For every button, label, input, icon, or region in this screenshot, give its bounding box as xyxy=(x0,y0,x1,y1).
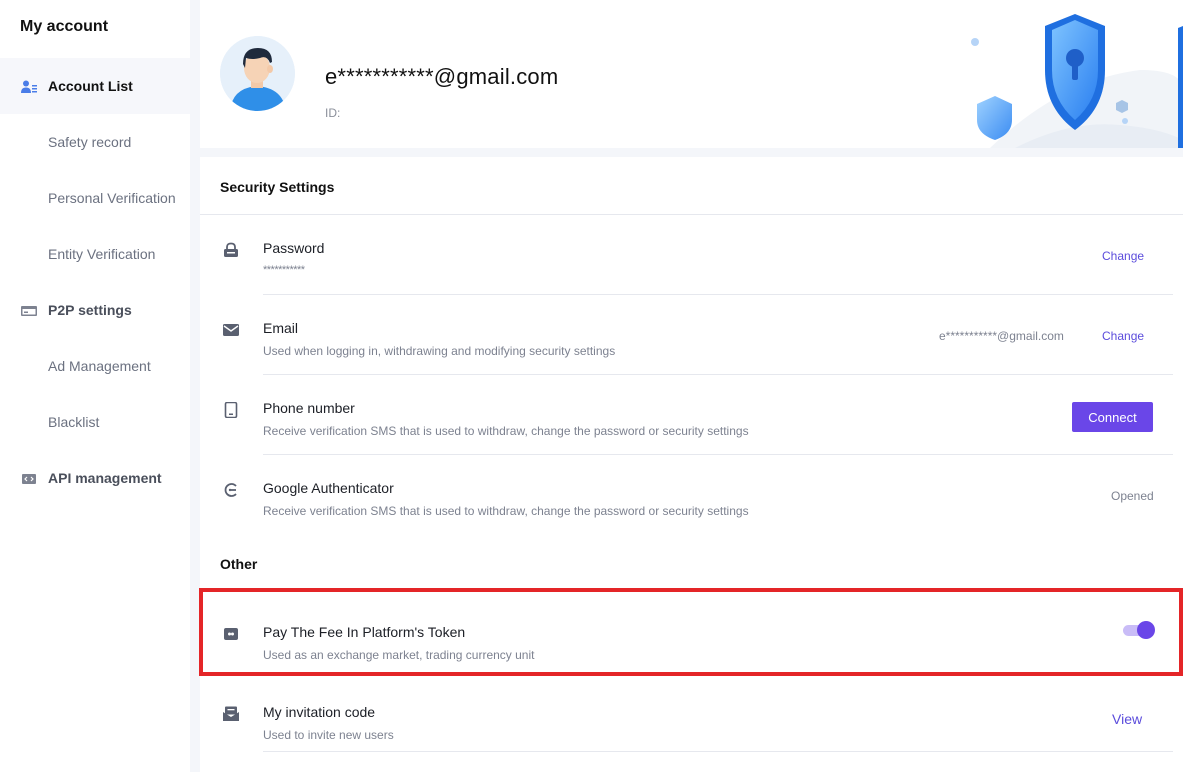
sidebar-item-label: Entity Verification xyxy=(48,246,156,262)
email-title: Email xyxy=(263,320,299,336)
phone-description: Receive verification SMS that is used to… xyxy=(263,424,749,438)
sidebar-title: My account xyxy=(20,18,109,35)
section-title-security: Security Settings xyxy=(220,179,335,195)
sidebar-item-label: Blacklist xyxy=(48,414,100,430)
fee-token-description: Used as an exchange market, trading curr… xyxy=(263,648,535,662)
connect-phone-button[interactable]: Connect xyxy=(1072,402,1153,432)
code-icon xyxy=(22,474,36,484)
sidebar-item-label: Ad Management xyxy=(48,358,151,374)
sidebar-item-account-list[interactable]: Account List xyxy=(0,58,190,114)
avatar-illustration xyxy=(220,36,295,111)
toggle-knob xyxy=(1137,621,1155,639)
section-title-other: Other xyxy=(220,556,258,572)
account-email: e***********@gmail.com xyxy=(325,64,559,89)
sidebar-item-p2p-settings[interactable]: P2P settings xyxy=(0,282,190,338)
mail-open-icon xyxy=(223,706,239,721)
sidebar-item-label: P2P settings xyxy=(48,302,132,318)
sidebar-item-label: Account List xyxy=(48,78,133,94)
password-title: Password xyxy=(263,240,325,256)
sidebar-item-personal-verification[interactable]: Personal Verification xyxy=(0,170,190,226)
account-id-label: ID: xyxy=(325,106,341,120)
sidebar: My account Account List Safety record Pe… xyxy=(0,0,190,772)
google-icon xyxy=(224,483,237,497)
user-list-icon xyxy=(21,80,37,93)
google-authenticator-row: Google Authenticator Receive verificatio… xyxy=(200,454,1183,534)
google-authenticator-status: Opened xyxy=(1111,489,1154,503)
email-value: e***********@gmail.com xyxy=(939,329,1064,343)
token-icon xyxy=(224,628,238,640)
google-authenticator-title: Google Authenticator xyxy=(263,480,394,496)
sidebar-item-safety-record[interactable]: Safety record xyxy=(0,114,190,170)
lock-icon xyxy=(224,242,238,257)
sidebar-item-api-management[interactable]: API management xyxy=(0,450,190,506)
password-mask: *********** xyxy=(263,264,305,276)
fee-token-row: Pay The Fee In Platform's Token Used as … xyxy=(200,598,1183,678)
sidebar-item-blacklist[interactable]: Blacklist xyxy=(0,394,190,450)
phone-row: Phone number Receive verification SMS th… xyxy=(200,374,1183,454)
invitation-code-title: My invitation code xyxy=(263,704,376,720)
card-icon xyxy=(21,306,37,316)
change-password-link[interactable]: Change xyxy=(1102,249,1144,263)
sidebar-item-label: API management xyxy=(48,470,162,486)
invitation-code-row: My invitation code Used to invite new us… xyxy=(200,678,1183,758)
invitation-code-description: Used to invite new users xyxy=(263,728,394,742)
phone-title: Phone number xyxy=(263,400,355,416)
envelope-icon xyxy=(223,324,239,336)
view-invitation-link[interactable]: View xyxy=(1112,711,1142,727)
sidebar-item-label: Safety record xyxy=(48,134,132,150)
phone-icon xyxy=(224,402,238,418)
password-row: Password *********** Change xyxy=(200,214,1183,294)
google-authenticator-description: Receive verification SMS that is used to… xyxy=(263,504,749,518)
email-description: Used when logging in, withdrawing and mo… xyxy=(263,344,616,358)
security-settings-panel: Security Settings Password *********** C… xyxy=(200,157,1183,772)
email-row: Email Used when logging in, withdrawing … xyxy=(200,294,1183,374)
fee-token-title: Pay The Fee In Platform's Token xyxy=(263,624,466,640)
shield-illustration xyxy=(971,14,1183,148)
sidebar-item-entity-verification[interactable]: Entity Verification xyxy=(0,226,190,282)
profile-header: e***********@gmail.com ID: xyxy=(200,0,1183,148)
fee-token-toggle[interactable] xyxy=(1123,621,1155,639)
sidebar-item-label: Personal Verification xyxy=(48,190,176,206)
sidebar-item-ad-management[interactable]: Ad Management xyxy=(0,338,190,394)
row-divider xyxy=(263,751,1173,752)
change-email-link[interactable]: Change xyxy=(1102,329,1144,343)
avatar xyxy=(220,36,295,111)
